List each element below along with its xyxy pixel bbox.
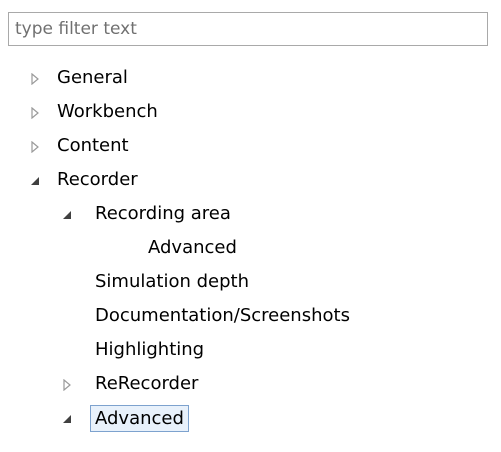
tree-item-label[interactable]: Advanced [148, 231, 237, 265]
expanded-arrow-icon[interactable] [60, 208, 74, 222]
tree-item-workbench[interactable]: Workbench [0, 95, 501, 129]
tree-item-label-selected[interactable]: Advanced [90, 405, 189, 432]
tree-item-label[interactable]: General [57, 61, 128, 95]
tree-item-label[interactable]: Highlighting [95, 333, 204, 367]
tree-item-rerecorder[interactable]: ReRecorder [0, 367, 501, 401]
tree-item-documentation-screenshots[interactable]: Documentation/Screenshots [0, 299, 501, 333]
collapsed-arrow-icon[interactable] [28, 72, 42, 86]
expanded-arrow-icon[interactable] [28, 174, 42, 188]
tree-item-recording-area-advanced[interactable]: Advanced [0, 231, 501, 265]
tree-item-label[interactable]: Documentation/Screenshots [95, 299, 350, 333]
tree-item-label[interactable]: ReRecorder [95, 367, 198, 401]
tree-item-label[interactable]: Recording area [95, 197, 231, 231]
tree-item-label[interactable]: Workbench [57, 95, 158, 129]
tree-item-simulation-depth[interactable]: Simulation depth [0, 265, 501, 299]
tree-item-advanced[interactable]: Advanced [0, 401, 501, 435]
tree-item-label[interactable]: Recorder [57, 163, 138, 197]
filter-text-input[interactable] [8, 12, 488, 46]
collapsed-arrow-icon[interactable] [60, 378, 74, 392]
collapsed-arrow-icon[interactable] [28, 140, 42, 154]
tree-item-general[interactable]: General [0, 61, 501, 95]
collapsed-arrow-icon[interactable] [28, 106, 42, 120]
expanded-arrow-icon[interactable] [60, 412, 74, 426]
tree-item-recording-area[interactable]: Recording area [0, 197, 501, 231]
tree-item-recorder[interactable]: Recorder [0, 163, 501, 197]
tree-item-label[interactable]: Content [57, 129, 129, 163]
tree-item-content[interactable]: Content [0, 129, 501, 163]
preference-tree: General Workbench Content Recorder Recor… [0, 61, 501, 435]
tree-item-label[interactable]: Simulation depth [95, 265, 249, 299]
tree-item-highlighting[interactable]: Highlighting [0, 333, 501, 367]
